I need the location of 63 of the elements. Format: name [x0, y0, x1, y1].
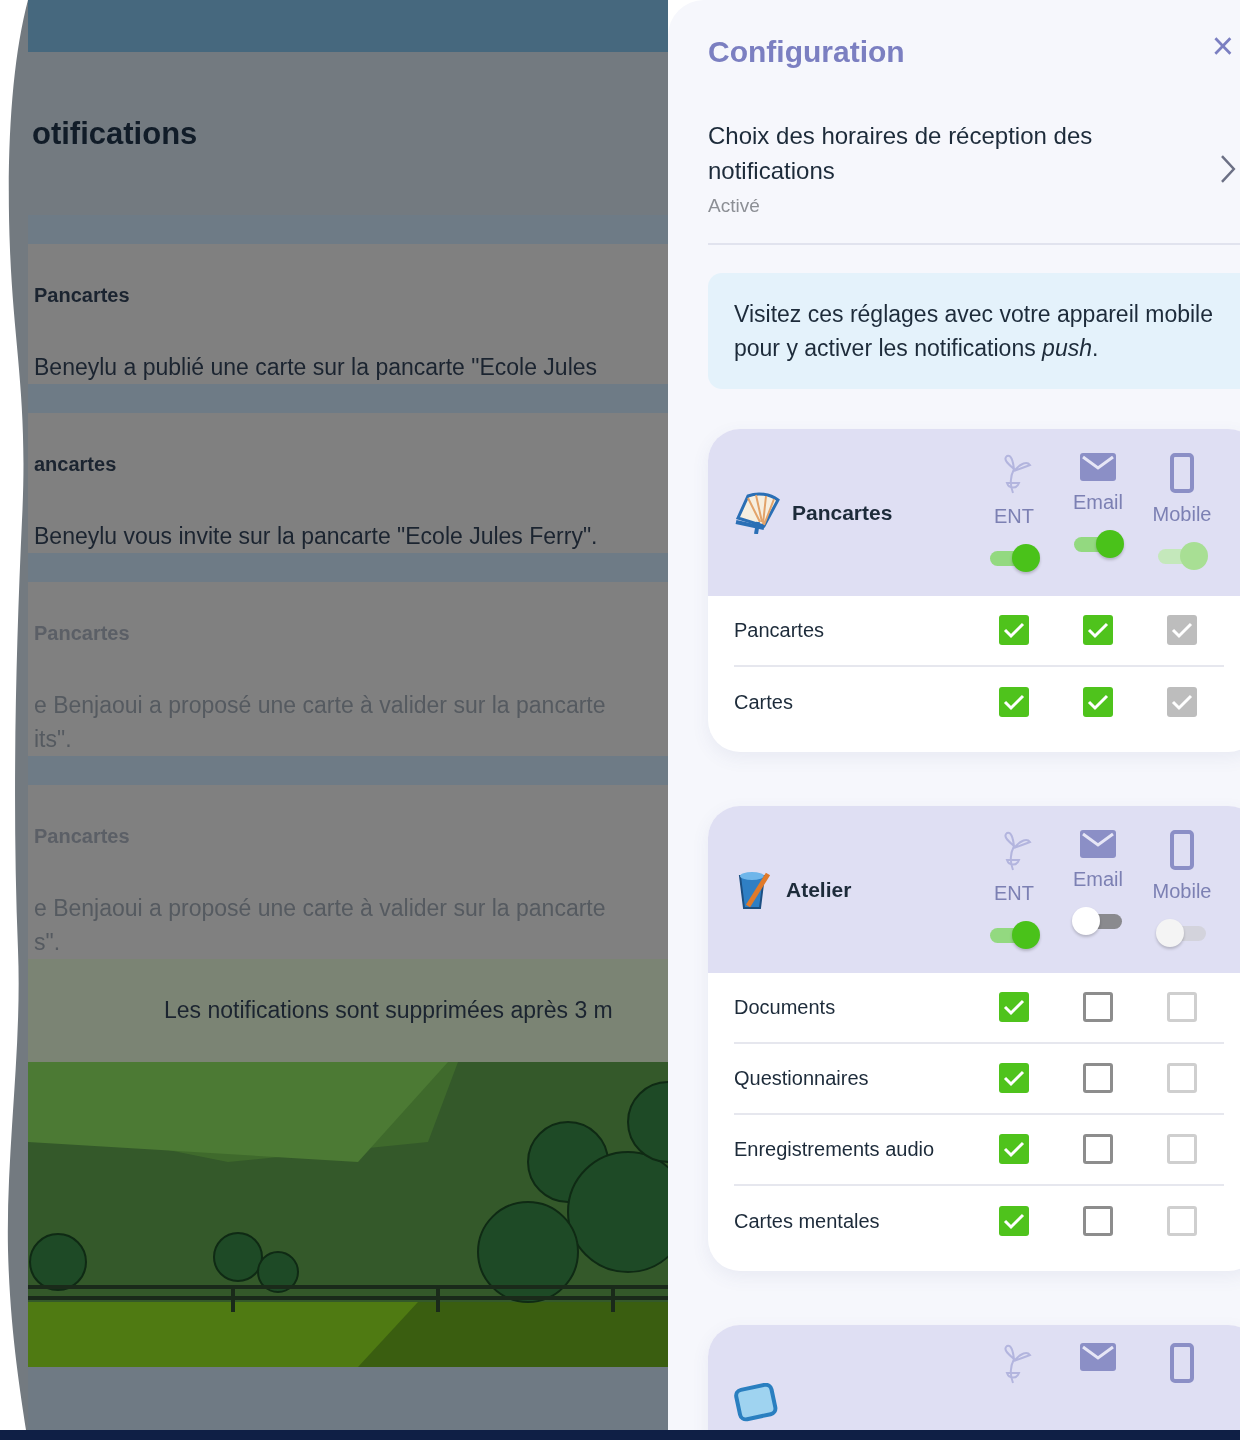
- smartphone-icon: [1170, 1342, 1194, 1383]
- checkmark-icon: [1087, 621, 1109, 639]
- notification-card[interactable]: Pancartes Beneylu a publié une carte sur la pancarte "Ecole Jules: [28, 244, 668, 384]
- checkbox[interactable]: [999, 687, 1029, 717]
- app-name: Atelier: [786, 877, 852, 904]
- smartphone-icon: [1170, 830, 1194, 870]
- item-label: Pancartes: [734, 618, 826, 643]
- envelope-icon: [1080, 1342, 1116, 1371]
- notification-message: Beneylu a publié une carte sur la pancarte "Ecole Jules: [34, 353, 599, 382]
- channel-label: Email: [1073, 490, 1123, 515]
- checkmark-icon: [1003, 998, 1025, 1016]
- toggle-switch[interactable]: [1072, 906, 1124, 936]
- toggle-switch[interactable]: [988, 543, 1040, 573]
- smartphone-icon: [1170, 453, 1194, 493]
- channel-label: ENT: [994, 881, 1034, 906]
- notification-card[interactable]: ancartes Beneylu vous invite sur la pancarte "Ecole Jules Ferry".: [28, 413, 668, 553]
- app-name: Pancartes: [792, 500, 893, 527]
- channel-label: Email: [1073, 867, 1123, 892]
- toggle-switch[interactable]: [1072, 529, 1124, 559]
- schedule-setting[interactable]: Choix des horaires de réception des notifications Activé: [708, 70, 1240, 245]
- notification-message: Beneylu vous invite sur la pancarte "Ecole Jules Ferry".: [34, 522, 599, 551]
- envelope-icon: [1080, 453, 1116, 481]
- checkbox[interactable]: [999, 992, 1029, 1022]
- checkbox[interactable]: [1083, 992, 1113, 1022]
- envelope-icon: [1080, 830, 1116, 858]
- chevron-right-icon: [1220, 154, 1236, 185]
- checkbox[interactable]: [999, 1206, 1029, 1236]
- checkmark-icon: [1003, 1140, 1025, 1158]
- notification-source: Pancartes: [34, 283, 130, 308]
- checkmark-icon: [1003, 621, 1025, 639]
- setting-title: Choix des horaires de réception des notifications: [708, 121, 1094, 186]
- notification-source: ancartes: [34, 452, 117, 477]
- checkbox[interactable]: [999, 615, 1029, 645]
- channel-label: ENT: [994, 504, 1034, 529]
- checkmark-icon: [1171, 621, 1193, 639]
- checkbox[interactable]: [1083, 615, 1113, 645]
- item-label: Enregistrements audio: [734, 1137, 936, 1162]
- checkmark-icon: [1087, 693, 1109, 711]
- fan-icon: [734, 492, 780, 534]
- checkbox[interactable]: [999, 1134, 1029, 1164]
- checkbox[interactable]: [1083, 1134, 1113, 1164]
- page-heading: otifications: [32, 114, 198, 153]
- checkbox[interactable]: [1083, 1206, 1113, 1236]
- item-label: Questionnaires: [734, 1066, 870, 1091]
- panel-title: Configuration: [708, 34, 905, 70]
- tablet-icon: [734, 1382, 778, 1423]
- close-button[interactable]: ×: [1207, 27, 1238, 65]
- footer-note: Les notifications sont supprimées après 3 m: [164, 996, 613, 1026]
- channel-label: Mobile: [1152, 502, 1212, 527]
- checkmark-icon: [1003, 1212, 1025, 1230]
- item-label: Documents: [734, 995, 837, 1020]
- checkbox[interactable]: [1083, 687, 1113, 717]
- checkmark-icon: [1003, 693, 1025, 711]
- item-label: Cartes mentales: [734, 1209, 881, 1234]
- checkmark-icon: [1171, 693, 1193, 711]
- checkmark-icon: [1003, 1069, 1025, 1087]
- info-message: Visitez ces réglages avec votre appareil mobile pour y activer les notifications push.: [708, 272, 1240, 389]
- setting-status: Activé: [708, 194, 760, 218]
- channel-label: Mobile: [1152, 879, 1212, 904]
- checkbox[interactable]: [1083, 1063, 1113, 1093]
- toggle-switch[interactable]: [988, 920, 1040, 950]
- item-label: Cartes: [734, 690, 794, 715]
- checkbox[interactable]: [999, 1063, 1029, 1093]
